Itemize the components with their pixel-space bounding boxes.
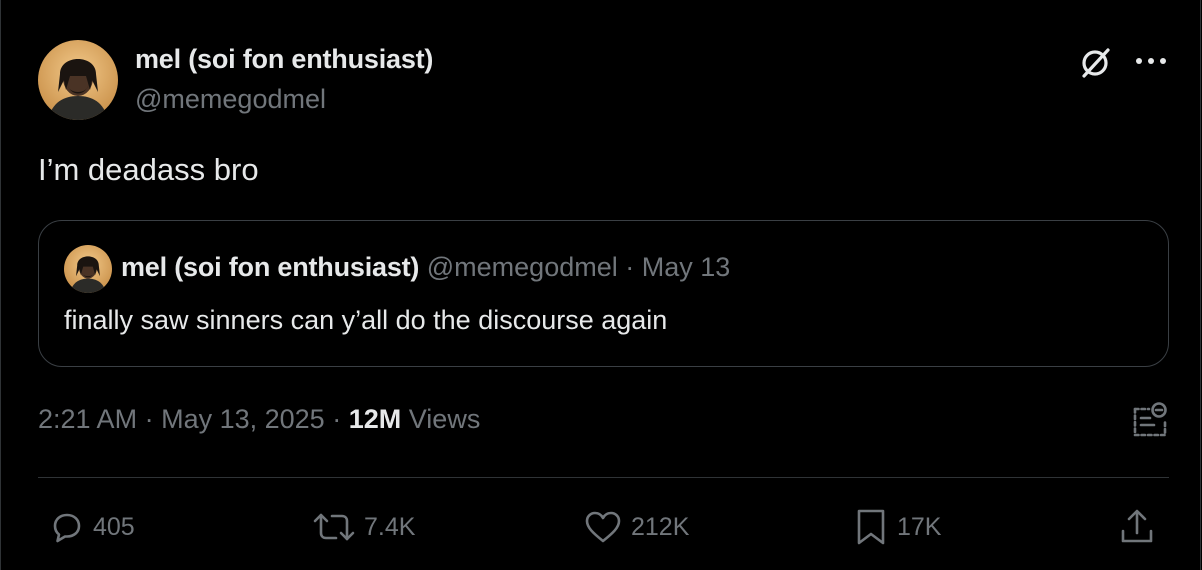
quoted-author-avatar [64,245,112,293]
more-icon[interactable] [1134,54,1168,68]
quoted-tweet-text: finally saw sinners can y’all do the dis… [64,305,668,335]
quoted-tweet-header: mel (soi fon enthusiast) @memegodmel · M… [121,252,730,283]
quoted-tweet-card[interactable]: mel (soi fon enthusiast) @memegodmel · M… [38,220,1169,367]
quoted-author-handle: @memegodmel [426,252,618,282]
tweet-container: mel (soi fon enthusiast) @memegodmel I’m… [0,0,1201,570]
tweet-text: I’m deadass bro [38,152,259,187]
bookmark-icon [857,509,885,545]
divider [38,477,1169,478]
reply-icon [53,513,81,543]
views-label: Views [408,404,481,434]
share-button[interactable] [1119,507,1163,547]
author-handle[interactable]: @memegodmel [135,84,326,115]
like-button[interactable]: 212K [583,507,689,547]
like-count: 212K [631,512,690,541]
author-display-name[interactable]: mel (soi fon enthusiast) [135,44,433,75]
bookmark-button[interactable]: 17K [853,507,941,547]
reply-button[interactable]: 405 [49,507,135,547]
views-count: 12M [348,404,402,434]
quoted-author-display-name: mel (soi fon enthusiast) [121,252,420,282]
author-avatar[interactable] [38,40,118,120]
meta-separator-2: · [332,404,342,434]
quoted-separator: · [625,252,635,282]
bookmark-count: 17K [897,512,942,541]
meta-separator: · [144,404,154,434]
like-icon [585,511,621,543]
tweet-time[interactable]: 2:21 AM [38,404,137,434]
tweet-date[interactable]: May 13, 2025 [161,404,325,434]
quoted-date: May 13 [641,252,731,282]
grok-icon[interactable] [1079,46,1113,80]
tweet-meta: 2:21 AM · May 13, 2025 · 12M Views [38,404,480,435]
share-icon [1121,509,1153,543]
analytics-icon[interactable] [1132,401,1168,439]
repost-count: 7.4K [364,512,416,541]
repost-button[interactable]: 7.4K [312,507,415,547]
reply-count: 405 [93,512,135,541]
repost-icon [313,513,355,541]
